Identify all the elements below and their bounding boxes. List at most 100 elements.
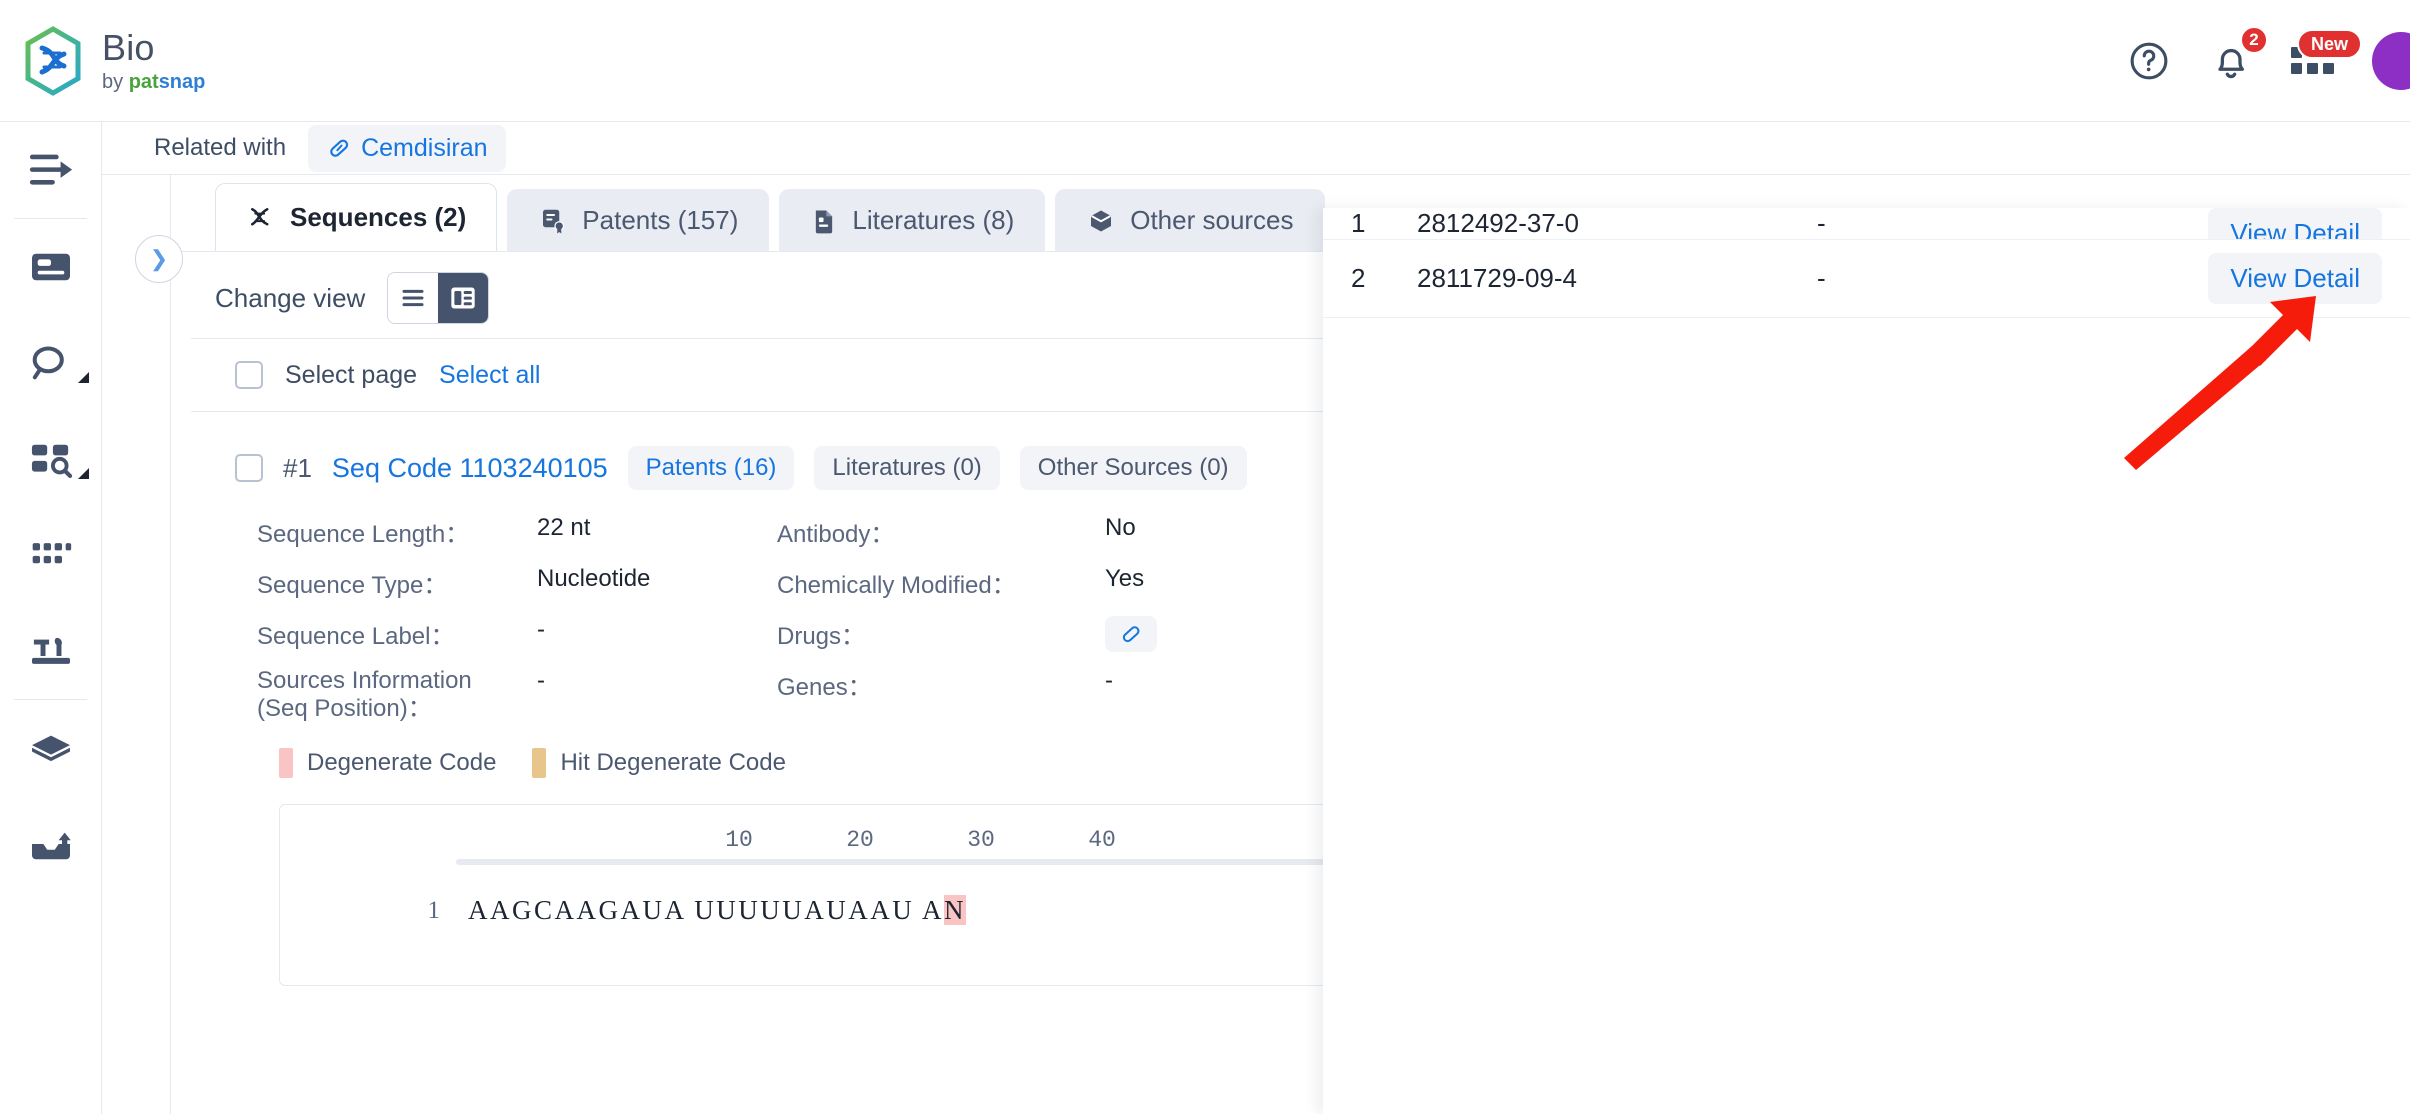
result-chip-patents[interactable]: Patents (16) [627,446,795,490]
row-index: 1 [1351,208,1366,238]
sidebar-item-search[interactable] [0,315,101,411]
list-view-button[interactable] [388,273,439,323]
tab-patents[interactable]: Patents (157) [507,189,770,251]
grid-search-icon [31,444,72,479]
list-view-icon [402,289,424,307]
ruler-tick-40: 40 [1088,827,1116,853]
field-label: Sequence Type： [257,572,448,599]
field-label: Antibody： [777,521,895,548]
hexagon-box-icon [1091,210,1112,231]
related-with-bar: Related with Cemdisiran [102,122,2410,174]
user-avatar[interactable] [2372,31,2410,90]
sequence-row-index: 1 [427,896,441,924]
view-detail-button[interactable]: View Detail [2208,253,2382,304]
brand-by: by [102,70,129,93]
field-value: No [1105,514,1136,541]
table-row: 2 2811729-09-4 - View Detail [1323,240,2410,318]
field-value: Nucleotide [537,565,651,592]
bell-icon[interactable]: 2 [2209,25,2268,83]
detail-column-left: Sequence Length： 22 nt Sequence Type： Nu… [257,514,777,738]
sidebar-item-expand-menu[interactable] [0,122,101,218]
brand-subtitle: by patsnap [102,70,205,94]
field-value: 22 nt [537,514,591,541]
field-value: Yes [1105,565,1145,592]
legend-swatch-pink [279,748,293,778]
tab-sequences[interactable]: Sequences (2) [215,183,498,251]
dna-icon [251,207,269,225]
field-sequence-label: Sequence Label： - [257,616,777,652]
sidebar-item-library[interactable] [0,700,101,796]
chevron-expand-icon [78,372,89,383]
field-value: - [1105,667,1113,694]
tab-literatures[interactable]: Literatures (8) [779,189,1046,251]
select-all-link[interactable]: Select all [439,361,540,390]
drug-chip[interactable] [1105,616,1157,652]
field-label: Sources Information (Seq Position)： [257,667,472,722]
sidebar-item-dashboard[interactable] [0,507,101,603]
tab-other-sources-label: Other sources [1130,205,1294,235]
dna-hexagon-logo-icon [22,25,84,96]
literature-doc-icon [816,210,833,233]
inbox-upload-icon [31,832,71,860]
sequence-characters: AAGCAAGAUA UUUUUAUAAU AN [468,895,966,926]
field-sources-information: Sources Information (Seq Position)： - [257,667,777,723]
row-index: 2 [1351,263,1366,293]
tools-icon [31,637,70,664]
tab-literatures-label: Literatures (8) [852,205,1015,235]
card-document-icon [31,253,70,281]
result-checkbox[interactable] [235,454,263,482]
field-value: - [537,667,545,694]
select-page-checkbox[interactable] [235,361,263,389]
box-3d-icon [31,735,70,762]
ruler-tick-30: 30 [967,827,995,853]
sidebar-item-advanced-search[interactable] [0,411,101,507]
card-view-icon [451,287,475,309]
sequence-segment-plain: AAGCAAGAUA UUUUUAUAAU A [468,895,944,925]
expand-menu-icon [29,154,72,185]
search-icon [32,346,64,380]
related-drug-chip[interactable]: Cemdisiran [308,124,506,172]
sequence-segment-degenerate: N [944,895,966,925]
result-index: #1 [283,452,312,483]
brand-pat: pat [128,70,159,93]
result-title-link[interactable]: Seq Code 1103240105 [332,453,608,484]
apps-new-badge: New [2296,29,2362,59]
panel-expand-toggle[interactable]: ❯ [135,235,183,283]
sidebar-item-tools[interactable] [0,603,101,699]
legend-swatch-tan [532,748,547,778]
field-label: Sequence Label： [257,623,455,650]
tab-other-sources[interactable]: Other sources [1055,189,1325,251]
legend-label: Hit Degenerate Code [560,749,786,776]
dots-grid-icon [32,543,71,564]
legend-hit-degenerate-code: Hit Degenerate Code [532,748,786,778]
header-actions: 2 New [2127,25,2410,90]
tab-sequences-label: Sequences (2) [290,202,467,232]
chevron-expand-icon [78,468,89,479]
view-toggle-group [387,272,490,324]
sidebar-item-workspace[interactable] [0,219,101,315]
related-drug-name: Cemdisiran [361,133,488,162]
field-sequence-type: Sequence Type： Nucleotide [257,565,777,601]
capsule-drug-icon [1122,626,1140,643]
tab-patents-label: Patents (157) [582,205,739,235]
field-sequence-length: Sequence Length： 22 nt [257,514,777,550]
capsule-drug-icon [330,139,349,157]
field-label: Chemically Modified： [777,572,1016,599]
row-cas-number: 2812492-37-0 [1417,208,1579,238]
help-circle-icon[interactable] [2127,39,2171,83]
view-detail-button[interactable]: View Detail [2208,208,2382,239]
brand-snap: snap [158,70,206,93]
sidebar-item-uploads[interactable] [0,796,101,892]
notification-badge: 2 [2240,25,2268,54]
select-page-label: Select page [285,360,418,389]
grid-apps-icon[interactable]: New [2291,29,2362,74]
ruler-tick-20: 20 [846,827,874,853]
card-view-button[interactable] [438,273,489,323]
brand-logo-area[interactable]: Bio by patsnap [0,25,205,96]
table-row: 1 2812492-37-0 - View Detail [1323,208,2410,240]
result-chip-literatures[interactable]: Literatures (0) [814,446,1000,490]
result-chip-other-sources[interactable]: Other Sources (0) [1019,446,1247,490]
field-label: Genes： [777,674,872,701]
row-cas-number: 2811729-09-4 [1417,263,1577,293]
patent-doc-icon [543,209,565,233]
